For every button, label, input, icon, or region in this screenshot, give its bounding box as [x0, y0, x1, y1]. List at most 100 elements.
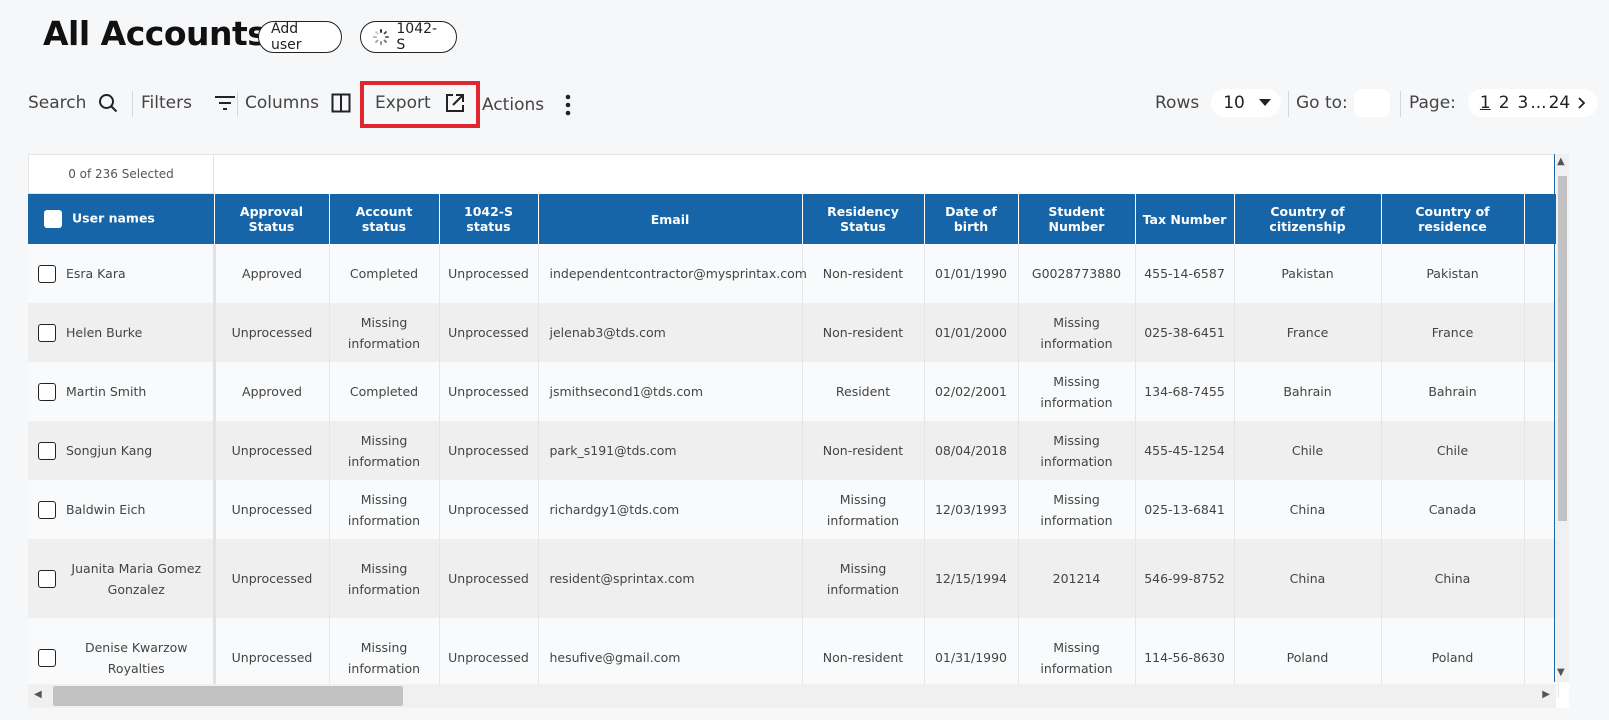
cell-user-name: Helen Burke: [28, 303, 216, 362]
table-toolbar: Search Filters Columns Export Actions Ro…: [0, 83, 1609, 123]
chevron-right-icon[interactable]: [1578, 97, 1586, 109]
pagination: Page: 1 2 3 ... 24: [1409, 83, 1599, 123]
export-highlight-box: [360, 81, 480, 128]
table-cell: Missing information: [329, 421, 440, 480]
user-name-text: Martin Smith: [66, 384, 147, 399]
column-header[interactable]: Residency Status: [802, 194, 925, 244]
search-button[interactable]: Search: [28, 83, 118, 123]
row-checkbox[interactable]: [38, 323, 56, 342]
table-cell: jsmithsecond1@tds.com: [538, 362, 803, 421]
form-type-button[interactable]: 1042-S: [360, 21, 457, 53]
table-row[interactable]: Songjun Kang Unprocessed Missing informati…: [28, 421, 1559, 480]
column-header[interactable]: Account status: [329, 194, 440, 244]
table-cell: 08/04/2018: [924, 421, 1019, 480]
row-checkbox[interactable]: [38, 569, 56, 588]
cell-user-name: Juanita Maria Gomez Gonzalez: [28, 539, 216, 618]
table-cell: Non-resident: [802, 244, 925, 303]
column-header[interactable]: Country of citizenship: [1234, 194, 1382, 244]
table-cell: Missing information: [1018, 480, 1136, 539]
column-header[interactable]: Approval Status: [214, 194, 330, 244]
table-cell: Missing information: [1018, 362, 1136, 421]
table-cell: Unprocessed: [214, 539, 330, 618]
cell-user-name: Esra Kara: [28, 244, 216, 303]
table-cell: Missing information: [329, 539, 440, 618]
row-checkbox[interactable]: [38, 441, 56, 460]
user-name-text: Songjun Kang: [66, 443, 153, 458]
table-cell-empty: [1524, 480, 1559, 539]
scroll-up-icon[interactable]: ▲: [1557, 156, 1565, 167]
table-row[interactable]: Juanita Maria Gomez Gonzalez Unprocessed M…: [28, 539, 1559, 618]
table-cell: Approved: [214, 244, 330, 303]
table-cell: Unprocessed: [439, 421, 539, 480]
table-row[interactable]: Martin Smith Approved Completed Unprocessed…: [28, 362, 1559, 421]
page-link[interactable]: 3: [1518, 93, 1529, 113]
cell-user-name: Songjun Kang: [28, 421, 216, 480]
table-cell: Bahrain: [1381, 362, 1525, 421]
horizontal-scroll-thumb[interactable]: [53, 686, 403, 706]
table-cell: Unprocessed: [214, 480, 330, 539]
rows-per-page-select[interactable]: 10: [1211, 89, 1282, 117]
scroll-left-icon[interactable]: ◀: [34, 689, 42, 700]
page-title: All Accounts: [43, 14, 267, 53]
table-cell: Chile: [1381, 421, 1525, 480]
user-name-text: Denise Kwarzow Royalties: [84, 639, 188, 676]
table-cell: China: [1234, 539, 1382, 618]
page-link-current[interactable]: 1: [1480, 93, 1491, 113]
table-cell: 01/01/1990: [924, 244, 1019, 303]
go-to-page: Go to:: [1296, 83, 1390, 123]
table-cell: Approved: [214, 362, 330, 421]
table-cell: 025-13-6841: [1135, 480, 1235, 539]
column-header-empty: [1524, 194, 1559, 244]
row-checkbox[interactable]: [38, 264, 56, 283]
horizontal-scrollbar[interactable]: ◀ ▶: [28, 684, 1556, 708]
table-row[interactable]: Baldwin Eich Unprocessed Missing informati…: [28, 480, 1559, 539]
select-all-checkbox[interactable]: [44, 210, 62, 228]
table-cell: China: [1381, 539, 1525, 618]
table-cell: Pakistan: [1234, 244, 1382, 303]
column-header[interactable]: Country of residence: [1381, 194, 1525, 244]
table-row[interactable]: Helen Burke Unprocessed Missing informatio…: [28, 303, 1559, 362]
scroll-right-icon[interactable]: ▶: [1542, 689, 1550, 700]
filters-button[interactable]: Filters: [141, 83, 236, 123]
table-cell: Missing information: [329, 303, 440, 362]
table-cell: France: [1234, 303, 1382, 362]
columns-icon: [331, 93, 351, 113]
columns-button[interactable]: Columns: [245, 83, 351, 123]
page-link[interactable]: 2: [1499, 93, 1510, 113]
user-name-text: Baldwin Eich: [66, 502, 146, 517]
table-cell: Bahrain: [1234, 362, 1382, 421]
table-header-row: User names Approval Status Account statu…: [28, 194, 1559, 244]
table-cell-empty: [1524, 539, 1559, 618]
table-cell: 455-45-1254: [1135, 421, 1235, 480]
column-header[interactable]: Email: [538, 194, 803, 244]
row-checkbox[interactable]: [38, 382, 56, 401]
actions-button[interactable]: Actions: [482, 85, 572, 125]
table-cell: Missing information: [1018, 421, 1136, 480]
column-header[interactable]: Tax Number: [1135, 194, 1235, 244]
divider: [1400, 91, 1401, 117]
column-header[interactable]: Student Number: [1018, 194, 1136, 244]
scroll-down-icon[interactable]: ▼: [1557, 667, 1565, 678]
table-row[interactable]: Esra Kara Approved Completed Unprocessed ind…: [28, 244, 1559, 303]
column-header-user-names[interactable]: User names: [28, 194, 215, 244]
more-vertical-icon: [565, 94, 571, 116]
divider: [132, 91, 133, 117]
column-header[interactable]: Date of birth: [924, 194, 1019, 244]
table-cell: Missing information: [329, 480, 440, 539]
vertical-scroll-thumb[interactable]: [1558, 176, 1567, 521]
table-cell: Completed: [329, 244, 440, 303]
table-cell: 02/02/2001: [924, 362, 1019, 421]
goto-page-input[interactable]: [1353, 89, 1390, 117]
vertical-scrollbar[interactable]: ▲ ▼: [1556, 154, 1569, 682]
row-checkbox[interactable]: [38, 648, 56, 667]
accounts-table: User names Approval Status Account statu…: [28, 194, 1559, 697]
table-cell-empty: [1524, 244, 1559, 303]
row-checkbox[interactable]: [38, 500, 56, 519]
rows-value: 10: [1223, 93, 1245, 113]
table-cell: resident@sprintax.com: [538, 539, 803, 618]
column-header[interactable]: 1042-S status: [439, 194, 539, 244]
page-link[interactable]: 24: [1549, 93, 1571, 113]
table-cell: Chile: [1234, 421, 1382, 480]
divider: [1554, 154, 1555, 682]
add-user-button[interactable]: Add user: [258, 21, 342, 53]
